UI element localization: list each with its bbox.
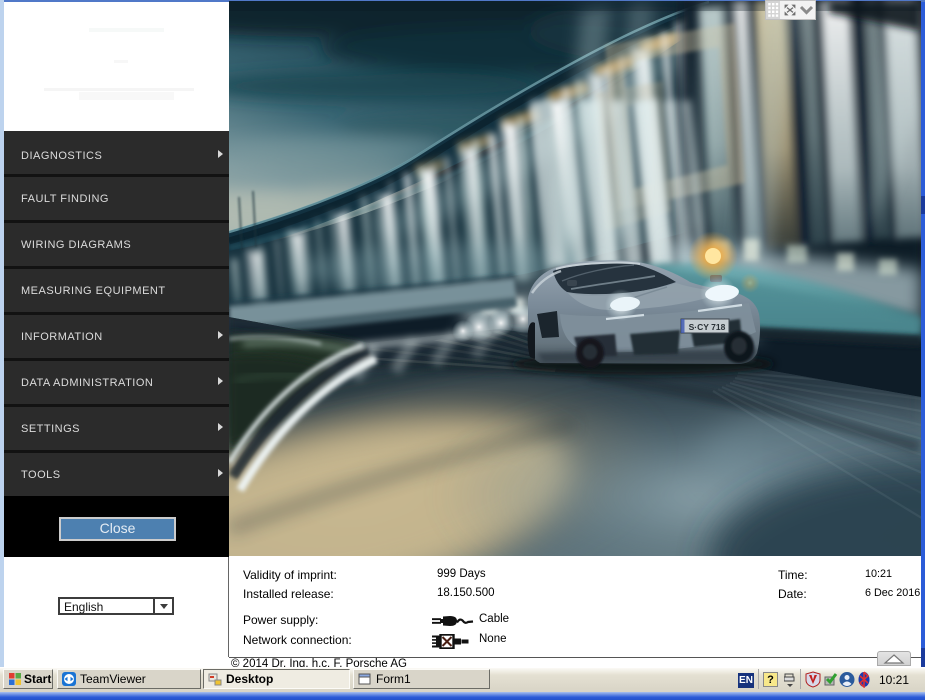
svg-text:S·CY 718: S·CY 718	[689, 322, 726, 332]
